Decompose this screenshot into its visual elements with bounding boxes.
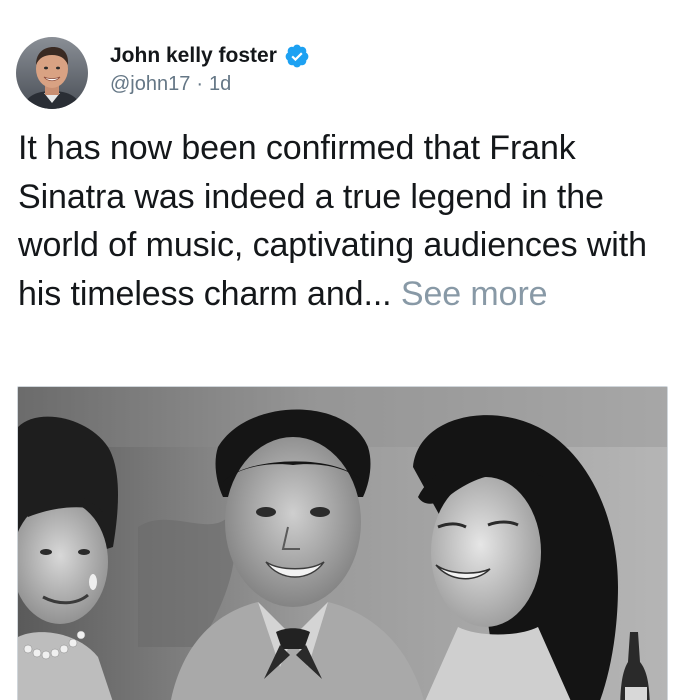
meta-separator: · (196, 73, 204, 95)
tweet-card: John kelly foster @john17 · 1d It has no… (0, 0, 700, 700)
meta-row: @john17 · 1d (110, 73, 310, 96)
tweet-media-photo[interactable] (17, 386, 668, 700)
verified-badge-icon (284, 43, 310, 69)
author-identity: John kelly foster @john17 · 1d (110, 43, 310, 96)
avatar[interactable] (16, 37, 88, 109)
tweet-timestamp[interactable]: 1d (209, 73, 231, 96)
tweet-text: It has now been confirmed that Frank Sin… (18, 124, 678, 318)
name-row: John kelly foster (110, 43, 310, 69)
avatar-image (16, 37, 88, 109)
tweet-header: John kelly foster @john17 · 1d (16, 37, 310, 109)
author-handle[interactable]: @john17 (110, 73, 190, 96)
see-more-link[interactable]: See more (401, 275, 548, 313)
photo-image (18, 387, 667, 700)
author-display-name[interactable]: John kelly foster (110, 44, 277, 68)
tweet-text-content: It has now been confirmed that Frank Sin… (18, 129, 647, 313)
